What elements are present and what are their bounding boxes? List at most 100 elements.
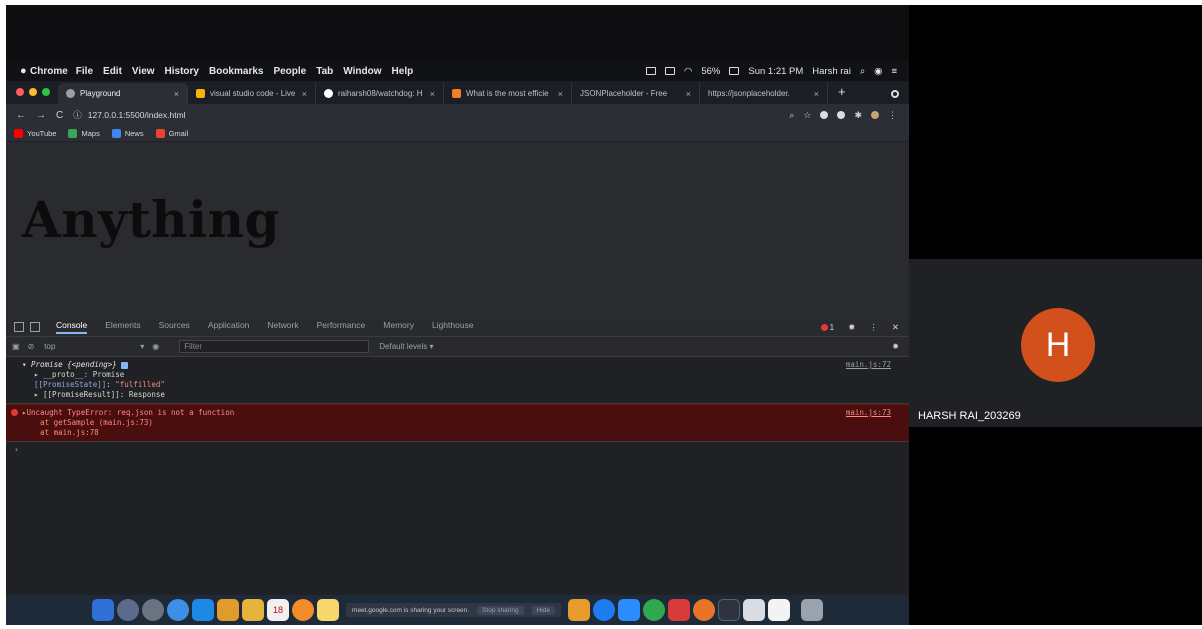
filter-input[interactable]: Filter — [179, 340, 370, 353]
siri-icon[interactable] — [117, 599, 140, 621]
tab-jsonplaceholder[interactable]: JSONPlaceholder - Free × — [572, 83, 700, 104]
menu-view[interactable]: View — [132, 66, 155, 77]
close-tab-icon[interactable]: × — [686, 89, 691, 99]
new-tab-button[interactable]: + — [838, 84, 846, 99]
window-icon[interactable] — [665, 67, 676, 75]
tab-elements[interactable]: Elements — [105, 320, 140, 334]
stack-frame[interactable]: at main.js:78 — [22, 428, 909, 438]
tab-sources[interactable]: Sources — [159, 320, 190, 334]
books-icon[interactable] — [217, 599, 240, 621]
tab-jsonplaceholder-url[interactable]: https://jsonplaceholder. × — [700, 83, 828, 104]
close-window-button[interactable] — [16, 88, 24, 96]
app-name[interactable]: Chrome — [30, 66, 68, 77]
control-center-icon[interactable]: ≡ — [891, 66, 897, 77]
promise-result-line[interactable]: ▸ [[PromiseResult]]: Response — [22, 390, 909, 400]
clock[interactable]: Sun 1:21 PM — [748, 66, 803, 77]
stack-frame[interactable]: at getSample (main.js:73) — [22, 418, 909, 428]
back-button[interactable]: ← — [16, 110, 26, 121]
source-link[interactable]: main.js:73 — [846, 408, 891, 418]
clear-console-icon[interactable]: ⊘ — [28, 342, 35, 351]
error-count-badge[interactable]: 1 — [820, 322, 834, 332]
hide-button[interactable]: Hide — [531, 605, 555, 615]
preview-icon[interactable] — [742, 599, 765, 621]
sidebar-toggle-icon[interactable]: ▣ — [12, 342, 20, 351]
inspect-icon[interactable] — [14, 322, 24, 332]
trash-icon[interactable] — [800, 599, 823, 621]
terminal-icon[interactable] — [717, 599, 740, 621]
close-tab-icon[interactable]: × — [430, 89, 435, 99]
stickies-icon[interactable] — [317, 599, 340, 621]
zoom-icon[interactable]: ⌕ — [789, 110, 794, 121]
tab-stackoverflow[interactable]: What is the most efficie × — [444, 83, 572, 104]
app-icon[interactable] — [567, 599, 590, 621]
swift-icon[interactable] — [692, 599, 715, 621]
tab-memory[interactable]: Memory — [383, 320, 414, 334]
more-options-icon[interactable]: ⋮ — [869, 322, 878, 333]
log-levels-dropdown[interactable]: Default levels ▾ — [379, 342, 433, 351]
close-tab-icon[interactable]: × — [814, 89, 819, 99]
finder-icon[interactable] — [92, 599, 115, 621]
extension-icon[interactable] — [820, 111, 829, 119]
menu-tab[interactable]: Tab — [316, 66, 333, 77]
menu-help[interactable]: Help — [392, 66, 414, 77]
participant-tile[interactable]: H HARSH RAI_203269 — [909, 259, 1202, 427]
address-url[interactable]: 127.0.0.1:5500/index.html — [88, 110, 186, 120]
app-store-icon[interactable] — [592, 599, 615, 621]
close-tab-icon[interactable]: × — [558, 89, 563, 99]
close-tab-icon[interactable]: × — [174, 89, 179, 99]
tab-application[interactable]: Application — [208, 320, 250, 334]
address-bar[interactable]: ⓘ 127.0.0.1:5500/index.html — [73, 107, 673, 123]
zoom-window-button[interactable] — [42, 88, 50, 96]
menu-history[interactable]: History — [165, 66, 199, 77]
textedit-icon[interactable] — [767, 599, 790, 621]
kebab-menu-icon[interactable]: ⋮ — [888, 110, 897, 121]
battery-percent[interactable]: 56% — [701, 66, 720, 77]
bookmark-youtube[interactable]: YouTube — [14, 129, 56, 138]
profile-avatar[interactable] — [871, 111, 879, 119]
info-icon[interactable]: ⓘ — [73, 109, 82, 121]
live-expression-eye-icon[interactable]: ◉ — [152, 342, 159, 351]
tab-lighthouse[interactable]: Lighthouse — [432, 320, 474, 334]
user-name[interactable]: Harsh rai — [812, 66, 851, 77]
siri-icon[interactable]: ◉ — [874, 66, 882, 77]
minimize-window-button[interactable] — [29, 88, 37, 96]
console-prompt[interactable]: › — [6, 442, 909, 454]
photos-icon[interactable] — [292, 599, 315, 621]
bookmark-gmail[interactable]: Gmail — [155, 129, 188, 138]
tab-playground[interactable]: Playground × — [58, 83, 188, 104]
device-toolbar-icon[interactable] — [30, 322, 40, 332]
menu-file[interactable]: File — [76, 66, 93, 77]
source-link[interactable]: main.js:72 — [846, 360, 891, 370]
bookmark-news[interactable]: News — [111, 129, 144, 138]
star-icon[interactable]: ☆ — [803, 110, 811, 121]
context-selector[interactable]: top ▾ — [44, 342, 144, 351]
settings-gear-icon[interactable]: ✹ — [848, 322, 855, 333]
menu-edit[interactable]: Edit — [103, 66, 122, 77]
spotlight-icon[interactable]: ⌕ — [860, 66, 865, 77]
tab-performance[interactable]: Performance — [317, 320, 366, 334]
menu-people[interactable]: People — [273, 66, 306, 77]
promise-header[interactable]: ▾ Promise {<pending>} — [22, 360, 117, 369]
vscode-icon[interactable] — [617, 599, 640, 621]
tab-vscode[interactable]: visual studio code - Live × — [188, 83, 316, 104]
tab-console[interactable]: Console — [56, 320, 88, 334]
console-settings-gear-icon[interactable]: ✹ — [892, 342, 899, 351]
reload-button[interactable]: C — [56, 110, 63, 121]
battery-icon[interactable] — [729, 67, 740, 75]
office-icon[interactable] — [667, 599, 690, 621]
tab-network[interactable]: Network — [267, 320, 298, 334]
proto-line[interactable]: ▸ __proto__: Promise — [22, 370, 909, 380]
safari-icon[interactable] — [167, 599, 190, 621]
forward-button[interactable]: → — [36, 110, 46, 121]
puzzle-icon[interactable]: ✱ — [854, 110, 862, 121]
close-tab-icon[interactable]: × — [302, 89, 307, 99]
mail-icon[interactable] — [192, 599, 215, 621]
screen-icon[interactable] — [646, 67, 657, 75]
bookmark-maps[interactable]: Maps — [68, 129, 100, 138]
tab-github[interactable]: raiharsh08/watchdog: H × — [316, 83, 444, 104]
menu-window[interactable]: Window — [343, 66, 381, 77]
extension-icon[interactable] — [837, 111, 846, 119]
calendar-icon[interactable]: 18 — [267, 599, 290, 621]
apple-icon[interactable]: ● — [20, 65, 30, 77]
tab-search-icon[interactable] — [891, 90, 899, 98]
